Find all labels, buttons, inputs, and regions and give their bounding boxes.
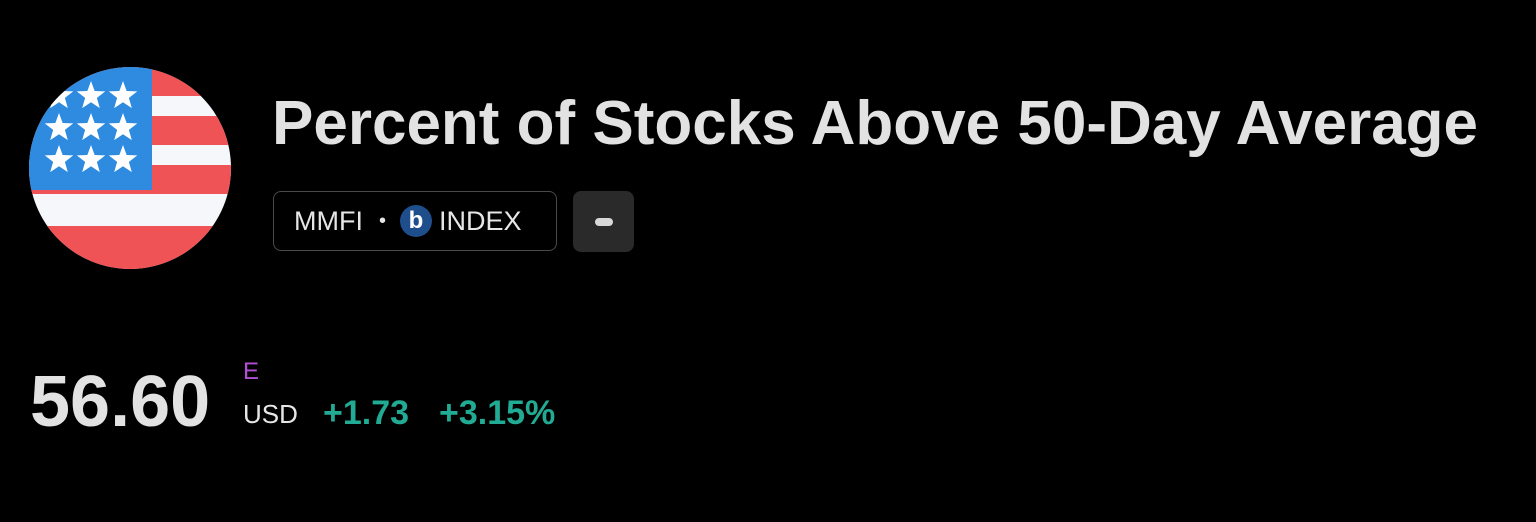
price-change: +1.73	[323, 394, 410, 432]
minus-icon	[594, 217, 613, 226]
last-price: 56.60	[30, 362, 211, 442]
symbol-ticker: MMFI	[294, 205, 363, 236]
more-options-button[interactable]	[573, 191, 634, 252]
symbol-header-page: Percent of Stocks Above 50-Day Average M…	[0, 0, 1536, 522]
page-title: Percent of Stocks Above 50-Day Average	[272, 89, 1479, 158]
exchange-name: INDEX	[439, 205, 522, 236]
separator-dot: •	[378, 210, 386, 232]
symbol-exchange-chip[interactable]: MMFI • b INDEX	[273, 191, 557, 251]
price-change-percent: +3.15%	[439, 394, 556, 432]
estimate-marker: E	[243, 358, 260, 385]
us-flag-icon	[29, 67, 231, 269]
exchange-logo-icon: b	[400, 205, 432, 237]
currency-label: USD	[243, 399, 298, 429]
